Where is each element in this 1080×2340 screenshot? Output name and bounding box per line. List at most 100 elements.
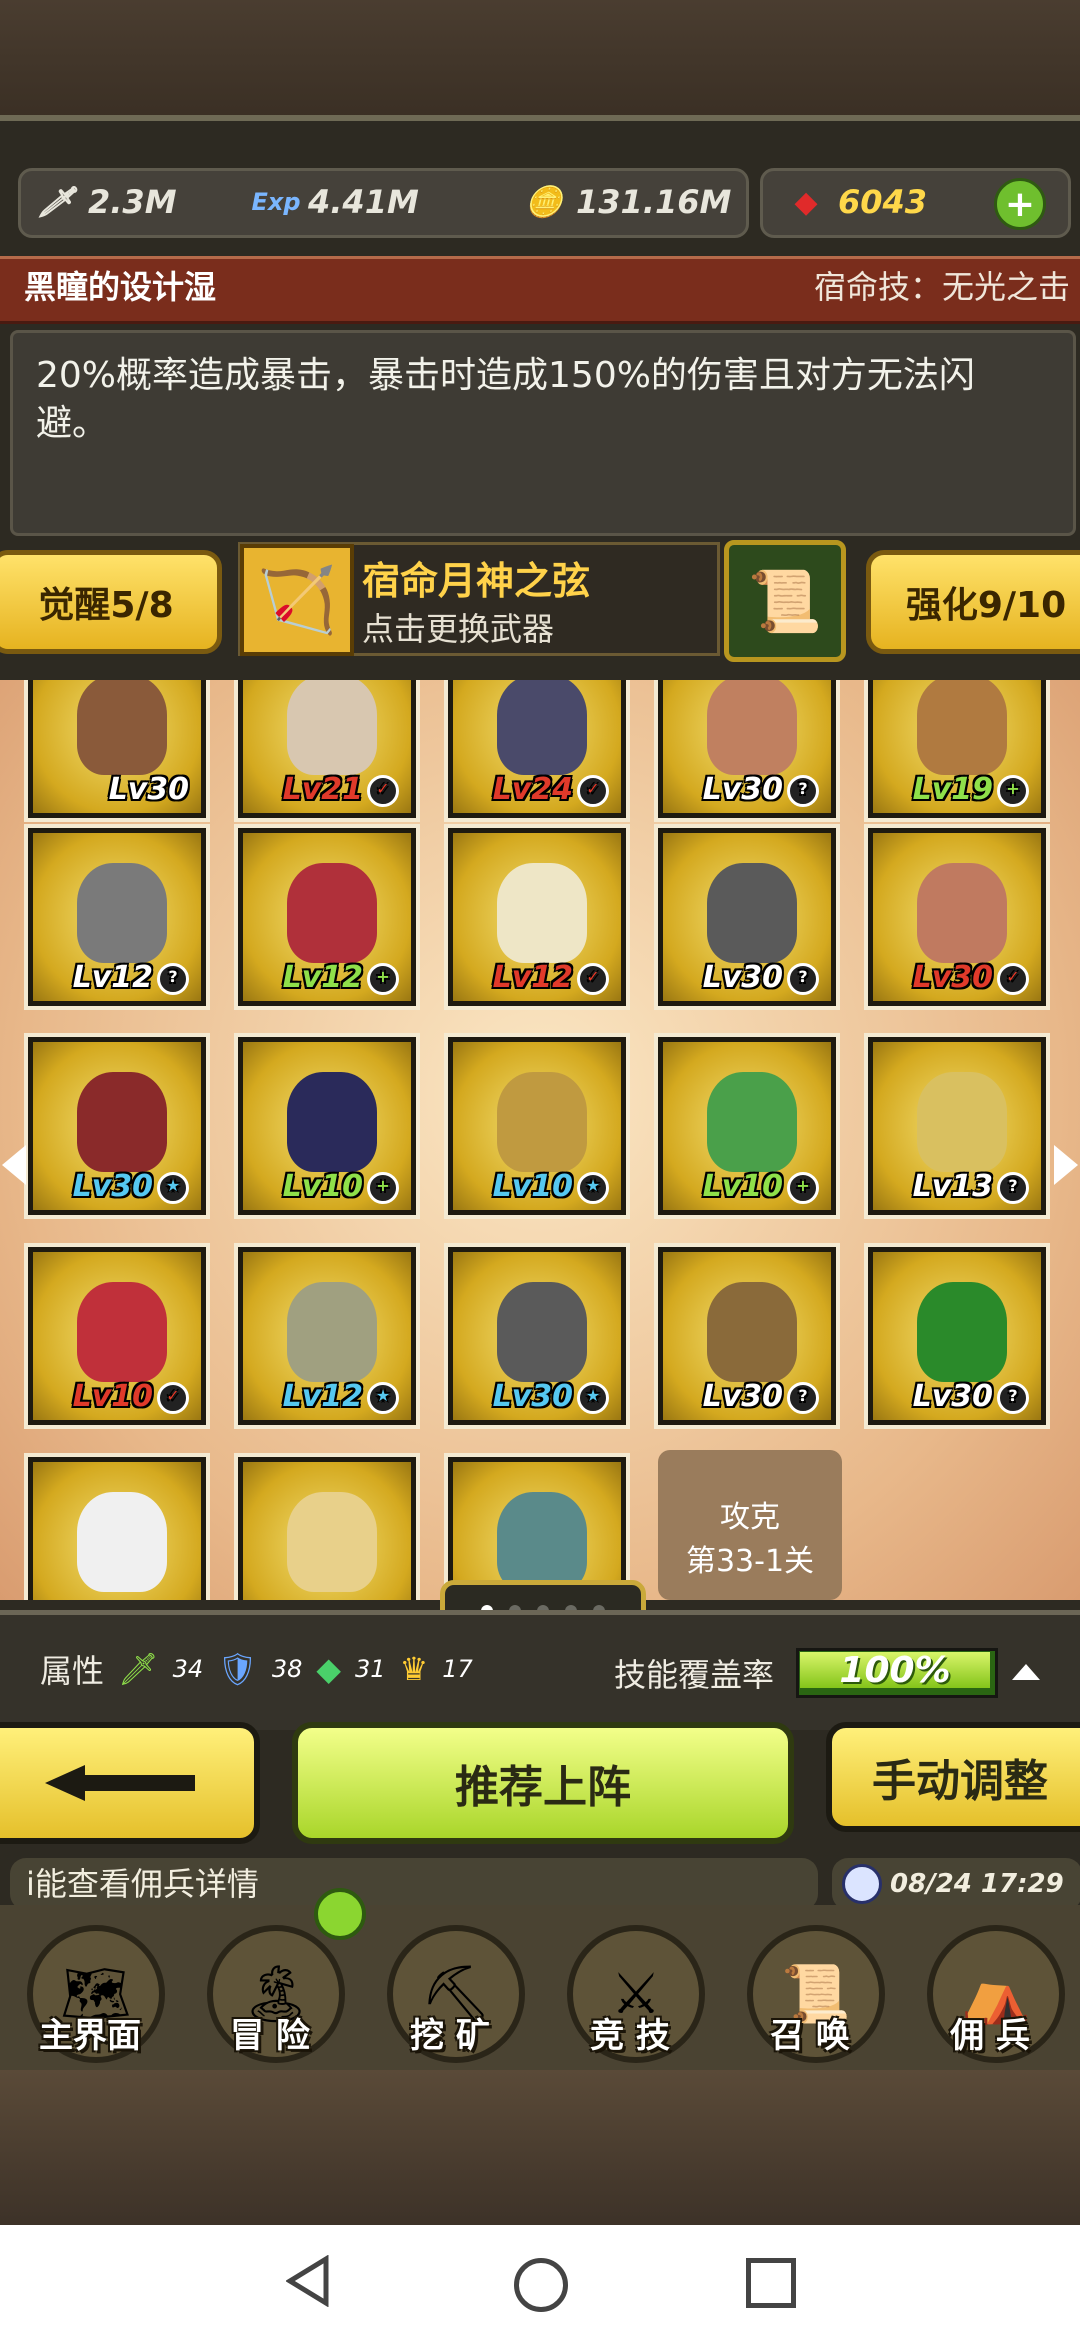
mercenary-card[interactable] xyxy=(234,1453,420,1600)
nav-item[interactable]: 🗺 主界面 xyxy=(15,1925,165,2065)
system-home-icon[interactable] xyxy=(514,2258,568,2312)
system-back-icon[interactable] xyxy=(286,2255,330,2307)
status-badge: ? xyxy=(997,1171,1029,1204)
mercenary-avatar xyxy=(707,1072,797,1172)
sword-stat-icon: 🗡 xyxy=(118,1650,159,1688)
mercenary-card[interactable]: Lv30? xyxy=(654,1243,840,1429)
skill-description: 20%概率造成暴击，暴击时造成150%的伤害且对方无法闪避。 xyxy=(36,355,975,444)
mercenary-level: Lv10 ★ xyxy=(493,1169,609,1204)
exp-resource: Exp 4.41M xyxy=(251,172,418,232)
mercenary-level: Lv19 + xyxy=(913,772,1029,807)
mercenary-card[interactable]: Lv10 ✓ xyxy=(24,1243,210,1429)
expand-up-icon[interactable] xyxy=(1012,1664,1040,1680)
status-badge: + xyxy=(787,1171,819,1204)
status-badge: ? xyxy=(787,962,819,995)
mercenary-level: Lv21 ✓ xyxy=(283,772,399,807)
shield-stat-icon: 🛡 xyxy=(217,1650,258,1688)
change-weapon-hint: 点击更换武器 xyxy=(362,610,555,648)
mercenary-avatar xyxy=(917,1072,1007,1172)
mercenary-avatar xyxy=(917,1282,1007,1382)
manual-adjust-button[interactable]: 手动调整 xyxy=(826,1722,1080,1832)
mercenary-level: Lv30? xyxy=(703,1379,819,1414)
status-badge: ✓ xyxy=(997,962,1029,995)
mercenary-avatar xyxy=(497,1072,587,1172)
mercenary-card[interactable]: Lv30? xyxy=(654,680,840,822)
mercenary-level: Lv30 xyxy=(108,772,189,807)
gem-stat-icon: ◆ xyxy=(316,1650,341,1688)
hero-name: 黑瞳的设计湿 xyxy=(24,268,217,306)
mercenary-avatar xyxy=(77,863,167,963)
status-badge: ? xyxy=(787,774,819,807)
mercenary-card[interactable]: Lv12 ✓ xyxy=(444,824,630,1010)
datetime-display: 08/24 17:29 xyxy=(832,1858,1080,1910)
mercenary-avatar xyxy=(917,680,1007,775)
back-button[interactable] xyxy=(0,1722,260,1844)
mercenary-avatar xyxy=(77,1492,167,1592)
bottom-background xyxy=(0,2070,1080,2225)
attribute-label: 属性 xyxy=(40,1652,105,1690)
recommend-button[interactable]: 推荐上阵 xyxy=(292,1722,794,1844)
nav-item[interactable]: 🏝 冒 险 xyxy=(195,1925,345,2065)
bow-icon[interactable]: 🏹 xyxy=(240,544,354,656)
mercenary-card[interactable]: Lv13? xyxy=(864,1033,1050,1219)
mercenary-card[interactable]: Lv30 ✓ xyxy=(864,824,1050,1010)
mercenary-avatar xyxy=(497,680,587,775)
scroll-item-icon[interactable]: 📜 xyxy=(724,540,846,662)
mercenary-card[interactable]: Lv19 + xyxy=(864,680,1050,822)
mercenary-card[interactable]: Lv30? xyxy=(654,824,840,1010)
mercenary-avatar xyxy=(77,680,167,775)
mercenary-card[interactable]: Lv12 + xyxy=(234,824,420,1010)
mercenary-level: Lv30? xyxy=(703,960,819,995)
nav-item[interactable]: ⚔ 竞 技 xyxy=(555,1925,705,2065)
mercenary-avatar xyxy=(287,680,377,775)
nav-item[interactable]: 📜 召 唤 xyxy=(735,1925,885,2065)
status-badge: ★ xyxy=(577,1171,609,1204)
mercenary-card[interactable]: Lv12? xyxy=(24,824,210,1010)
mercenary-card[interactable]: Lv30 xyxy=(24,680,210,822)
mercenary-card[interactable]: Lv21 ✓ xyxy=(234,680,420,822)
info-ticker: i能查看佣兵详情 xyxy=(10,1858,818,1910)
mercenary-card[interactable]: Lv12 ★ xyxy=(234,1243,420,1429)
nav-label: 召 唤 xyxy=(770,2016,850,2056)
back-arrow-icon xyxy=(45,1765,195,1801)
mercenary-level: Lv10 + xyxy=(283,1169,399,1204)
mercenary-level: Lv13? xyxy=(913,1169,1029,1204)
gold-value: 131.16M xyxy=(576,183,732,221)
status-badge: ★ xyxy=(367,1381,399,1414)
mercenary-card[interactable]: Lv10 ★ xyxy=(444,1033,630,1219)
nav-item[interactable]: ⛺ 佣 兵 xyxy=(915,1925,1065,2065)
enhance-button[interactable]: 强化9/10 xyxy=(866,550,1080,654)
gold-coin-icon: 🪙 xyxy=(525,184,563,220)
mercenary-avatar xyxy=(707,863,797,963)
status-badge: ✓ xyxy=(577,962,609,995)
mercenary-avatar xyxy=(707,680,797,775)
mercenary-avatar xyxy=(497,863,587,963)
mercenary-avatar xyxy=(287,1492,377,1592)
awaken-button[interactable]: 觉醒5/8 xyxy=(0,550,222,654)
add-gems-button[interactable]: + xyxy=(994,178,1046,230)
mercenary-level: Lv30 ★ xyxy=(73,1169,189,1204)
mercenary-card[interactable] xyxy=(24,1453,210,1600)
attack-resource: 🗡 2.3M xyxy=(34,172,177,232)
mercenary-level: Lv30 ✓ xyxy=(913,960,1029,995)
notification-dot xyxy=(314,1888,366,1940)
datetime-text: 08/24 17:29 xyxy=(890,1869,1064,1899)
status-badge: ✓ xyxy=(577,774,609,807)
nav-item[interactable]: ⛏ 挖 矿 xyxy=(375,1925,525,2065)
mercenary-card[interactable]: Lv30? xyxy=(864,1243,1050,1429)
nav-label: 冒 险 xyxy=(230,2016,310,2056)
mercenary-card[interactable]: Lv30 ★ xyxy=(444,1243,630,1429)
top-background xyxy=(0,0,1080,120)
gem-resource: ◆ 6043 xyxy=(784,172,927,232)
system-recents-icon[interactable] xyxy=(746,2258,796,2308)
mercenary-card[interactable]: Lv10 + xyxy=(654,1033,840,1219)
mercenary-card[interactable]: Lv30 ★ xyxy=(24,1033,210,1219)
shield-stat: 38 xyxy=(271,1655,303,1683)
mercenary-avatar xyxy=(287,1072,377,1172)
mercenary-card[interactable]: Lv24 ✓ xyxy=(444,680,630,822)
mercenary-level: Lv12 ✓ xyxy=(493,960,609,995)
mercenary-card[interactable]: Lv10 + xyxy=(234,1033,420,1219)
mercenary-avatar xyxy=(287,1282,377,1382)
mercenary-card[interactable] xyxy=(444,1453,630,1600)
nav-label: 佣 兵 xyxy=(950,2016,1030,2056)
